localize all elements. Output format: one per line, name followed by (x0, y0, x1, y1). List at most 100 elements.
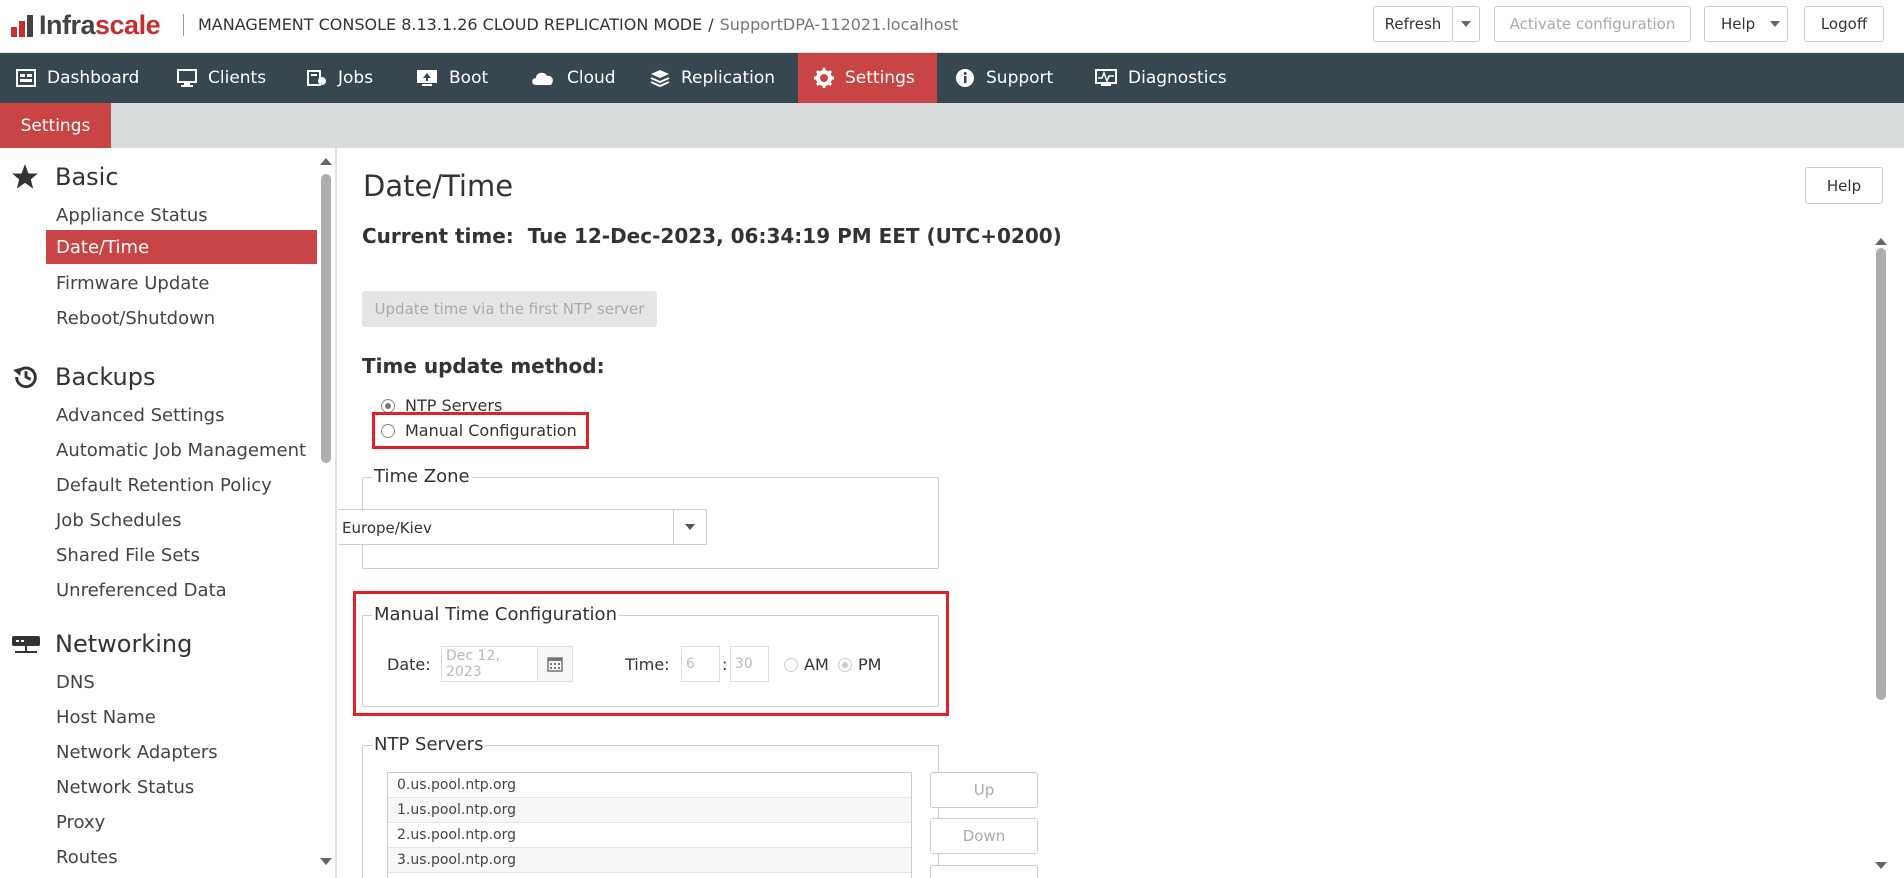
diagnostics-icon (1095, 69, 1117, 86)
nav-dashboard[interactable]: Dashboard (16, 53, 139, 103)
network-icon (12, 636, 40, 653)
list-item[interactable]: 0.us.pool.ntp.org (388, 773, 911, 798)
time-zone-select[interactable]: Europe/Kiev (339, 509, 707, 545)
radio-button[interactable] (784, 657, 798, 672)
calendar-icon (547, 657, 563, 672)
boot-icon (417, 70, 437, 86)
current-time-value: Tue 12-Dec-2023, 06:34:19 PM EET (UTC+02… (527, 224, 1062, 248)
sidebar-item-automatic-job-management[interactable]: Automatic Job Management (46, 433, 317, 467)
sidebar-section-basic: Basic (0, 162, 318, 192)
radio-pm[interactable]: PM (838, 655, 881, 674)
info-icon (956, 69, 974, 87)
main-scrollbar[interactable] (1872, 230, 1890, 878)
scroll-up-icon[interactable] (1875, 238, 1887, 245)
ntp-up-button[interactable]: Up (930, 772, 1038, 808)
highlight-box-manual-option (372, 412, 589, 449)
sidebar-item-network-adapters[interactable]: Network Adapters (46, 735, 317, 769)
date-input[interactable]: Dec 12, 2023 (441, 646, 538, 682)
sub-navigation: Settings (0, 103, 1904, 148)
star-icon (12, 164, 38, 189)
cloud-icon (532, 72, 553, 85)
jobs-icon (307, 70, 326, 86)
nav-replication[interactable]: Replication (650, 53, 775, 103)
app-header: Infrascale MANAGEMENT CONSOLE 8.13.1.26 … (0, 0, 1904, 53)
infrascale-logo[interactable]: Infrascale (11, 9, 161, 40)
sidebar-item-job-schedules[interactable]: Job Schedules (46, 503, 317, 537)
ntp-extra-button[interactable] (930, 865, 1038, 878)
nav-settings[interactable]: Settings (798, 53, 937, 103)
sidebar-section-backups: Backups (0, 362, 318, 392)
list-item[interactable]: 2.us.pool.ntp.org (388, 823, 911, 848)
radio-am[interactable]: AM (784, 655, 829, 674)
logo-text: Infrascale (39, 9, 161, 40)
chevron-down-icon (1461, 21, 1471, 27)
chevron-down-icon (1770, 21, 1781, 27)
minute-input[interactable]: 30 (730, 646, 769, 682)
sidebar-item-appliance-status[interactable]: Appliance Status (46, 198, 317, 232)
sidebar-item-routes[interactable]: Routes (46, 840, 317, 874)
header-divider (183, 14, 184, 36)
layers-icon (650, 70, 670, 87)
settings-sidebar: Basic Appliance Status Date/Time Firmwar… (0, 148, 337, 878)
sidebar-item-proxy[interactable]: Proxy (46, 805, 317, 839)
logoff-button[interactable]: Logoff (1804, 6, 1884, 42)
nav-boot[interactable]: Boot (416, 53, 488, 103)
time-separator: : (722, 655, 728, 674)
sidebar-item-firmware-update[interactable]: Firmware Update (46, 266, 317, 300)
main-navigation: Dashboard Clients Jobs Boot Cloud Replic… (0, 53, 1904, 103)
activate-configuration-button[interactable]: Activate configuration (1494, 6, 1691, 42)
time-label: Time: (625, 655, 670, 674)
history-icon (13, 366, 37, 389)
scroll-up-icon[interactable] (320, 158, 332, 165)
update-time-ntp-button[interactable]: Update time via the first NTP server (362, 291, 657, 327)
dashboard-icon (16, 69, 36, 87)
nav-diagnostics[interactable]: Diagnostics (1095, 53, 1227, 103)
sidebar-item-unreferenced-data[interactable]: Unreferenced Data (46, 573, 317, 607)
sidebar-item-dns[interactable]: DNS (46, 665, 317, 699)
time-update-method-label: Time update method: (362, 354, 605, 378)
main-scroll-thumb[interactable] (1876, 248, 1886, 700)
refresh-options-button[interactable] (1453, 6, 1480, 42)
page-title: Date/Time (363, 169, 514, 203)
sidebar-section-networking: Networking (0, 629, 318, 659)
main-content: Date/Time Help Current time: Tue 12-Dec-… (339, 148, 1904, 878)
gear-icon (814, 68, 834, 88)
host-name: SupportDPA-112021.localhost (719, 15, 959, 34)
sidebar-item-reboot-shutdown[interactable]: Reboot/Shutdown (46, 301, 317, 335)
nav-clients[interactable]: Clients (177, 53, 266, 103)
nav-cloud[interactable]: Cloud (530, 53, 616, 103)
date-label: Date: (387, 655, 431, 674)
page-help-button[interactable]: Help (1805, 167, 1883, 204)
console-title: MANAGEMENT CONSOLE 8.13.1.26 CLOUD REPLI… (198, 15, 959, 34)
time-zone-legend: Time Zone (372, 466, 472, 487)
subtab-settings[interactable]: Settings (0, 103, 111, 148)
nav-support[interactable]: Support (955, 53, 1053, 103)
sidebar-item-host-name[interactable]: Host Name (46, 700, 317, 734)
hour-input[interactable]: 6 (681, 646, 720, 682)
chevron-down-icon (685, 524, 695, 530)
monitor-icon (177, 69, 197, 87)
nav-jobs[interactable]: Jobs (307, 53, 373, 103)
help-menu-button[interactable]: Help (1704, 6, 1788, 42)
list-item[interactable]: 3.us.pool.ntp.org (388, 848, 911, 873)
sidebar-scroll-thumb[interactable] (321, 174, 331, 463)
calendar-button[interactable] (537, 646, 573, 682)
list-item[interactable]: 1.us.pool.ntp.org (388, 798, 911, 823)
ntp-server-list[interactable]: 0.us.pool.ntp.org 1.us.pool.ntp.org 2.us… (387, 772, 912, 878)
dropdown-toggle[interactable] (673, 510, 706, 544)
refresh-button[interactable]: Refresh (1373, 6, 1453, 42)
ntp-servers-legend: NTP Servers (372, 734, 486, 755)
sidebar-item-shared-file-sets[interactable]: Shared File Sets (46, 538, 317, 572)
ntp-down-button[interactable]: Down (930, 818, 1038, 854)
logo-mark-icon (11, 13, 35, 37)
sidebar-item-date-time[interactable]: Date/Time (46, 230, 317, 264)
scroll-down-icon[interactable] (320, 858, 332, 865)
sidebar-scrollbar[interactable] (318, 148, 334, 878)
radio-button[interactable] (838, 657, 852, 672)
scroll-down-icon[interactable] (1875, 862, 1887, 869)
sidebar-item-network-status[interactable]: Network Status (46, 770, 317, 804)
current-time: Current time: Tue 12-Dec-2023, 06:34:19 … (362, 224, 1062, 248)
radio-button[interactable] (381, 398, 395, 413)
sidebar-item-advanced-settings[interactable]: Advanced Settings (46, 398, 317, 432)
sidebar-item-default-retention-policy[interactable]: Default Retention Policy (46, 468, 317, 502)
